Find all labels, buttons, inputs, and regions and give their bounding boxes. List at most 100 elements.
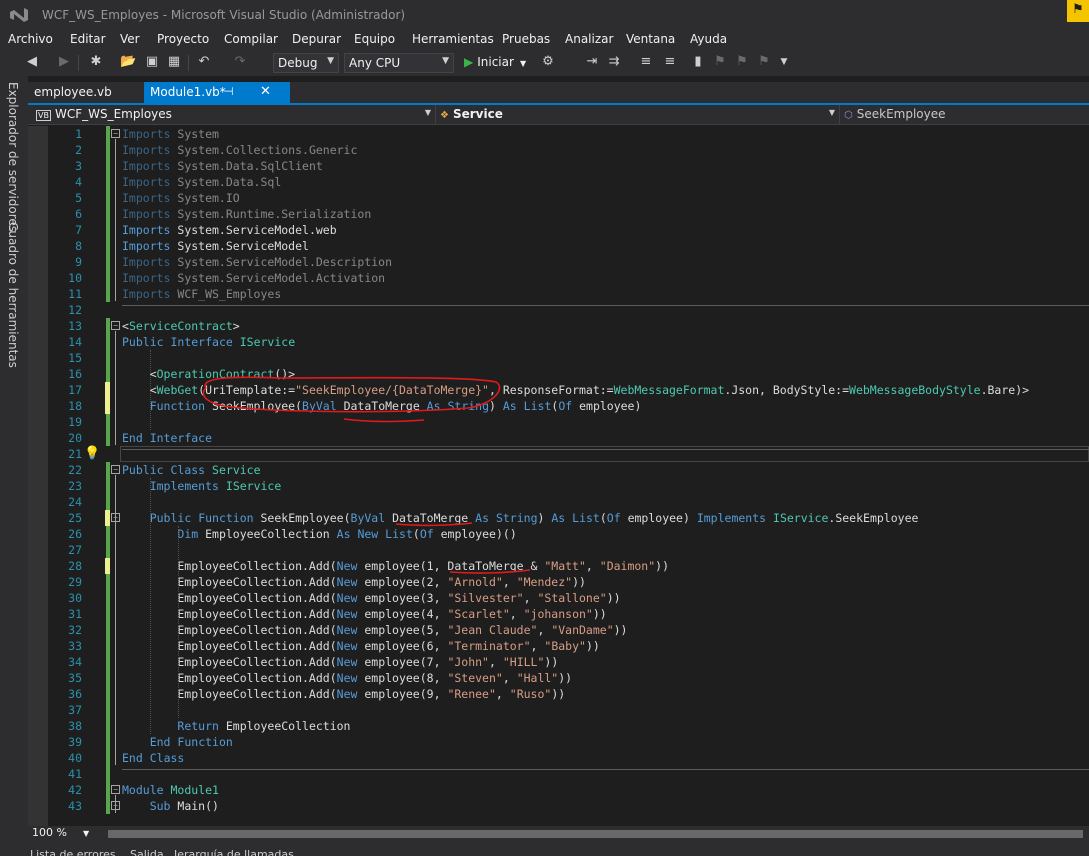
saved-change-marker bbox=[106, 542, 110, 558]
menu-herramientas[interactable]: Herramientas bbox=[412, 32, 494, 46]
toolbar-overflow-icon[interactable]: ▼ bbox=[776, 54, 792, 70]
toolbar: ◀ ▶ ✱ 📂 ▣ ▦ ↶ ↷ Debug ▼ Any CPU ▼ ▶ Inici… bbox=[0, 50, 1089, 76]
code-line[interactable]: 36 EmployeeCollection.Add(New employee(9… bbox=[28, 686, 1089, 702]
step-over-icon[interactable]: ⇉ bbox=[606, 54, 622, 70]
menu-editar[interactable]: Editar bbox=[70, 32, 106, 46]
zoom-dropdown[interactable]: 100 % ▼ bbox=[32, 826, 89, 839]
project-dropdown[interactable]: VB WCF_WS_Employes ▼ bbox=[32, 105, 436, 124]
code-line[interactable]: 22 − Public Class Service bbox=[28, 462, 1089, 478]
code-editor[interactable]: 1− Imports System 2 Imports System.Collecti… bbox=[28, 126, 1089, 826]
browser-link-icon[interactable]: ⚙ bbox=[540, 54, 556, 70]
code-line[interactable]: 11 Imports WCF_WS_Employes bbox=[28, 286, 1089, 302]
code-line[interactable]: 3 Imports System.Data.SqlClient bbox=[28, 158, 1089, 174]
code-line[interactable]: 30 EmployeeCollection.Add(New employee(3… bbox=[28, 590, 1089, 606]
horizontal-scrollbar-thumb[interactable] bbox=[108, 830, 1083, 838]
code-line[interactable]: 29 EmployeeCollection.Add(New employee(2… bbox=[28, 574, 1089, 590]
forward-icon[interactable]: ▶ bbox=[56, 54, 72, 70]
undo-icon[interactable]: ↶ bbox=[196, 54, 212, 70]
code-line[interactable]: 40 End Class bbox=[28, 750, 1089, 766]
open-file-icon[interactable]: 📂 bbox=[120, 54, 136, 70]
side-tab-server-explorer[interactable]: Explorador de servidores bbox=[6, 82, 20, 232]
horizontal-scrollbar[interactable] bbox=[108, 830, 1083, 838]
code-line[interactable]: 35 EmployeeCollection.Add(New employee(8… bbox=[28, 670, 1089, 686]
back-icon[interactable]: ◀ bbox=[24, 54, 40, 70]
solution-config-dropdown[interactable]: Debug ▼ bbox=[273, 53, 339, 73]
menu-analizar[interactable]: Analizar bbox=[565, 32, 613, 46]
step-icon[interactable]: ⇥ bbox=[584, 54, 600, 70]
code-line[interactable]: 39 End Function bbox=[28, 734, 1089, 750]
code-line[interactable]: 15 bbox=[28, 350, 1089, 366]
code-line[interactable]: 8 Imports System.ServiceModel bbox=[28, 238, 1089, 254]
collapse-toggle-icon[interactable]: − bbox=[111, 465, 120, 474]
code-line[interactable]: 2 Imports System.Collections.Generic bbox=[28, 142, 1089, 158]
code-line[interactable]: 10 Imports System.ServiceModel.Activation bbox=[28, 270, 1089, 286]
code-line[interactable]: 27 bbox=[28, 542, 1089, 558]
menu-equipo[interactable]: Equipo bbox=[354, 32, 395, 46]
code-line[interactable]: 32 EmployeeCollection.Add(New employee(5… bbox=[28, 622, 1089, 638]
code-line[interactable]: 42 − Module Module1 bbox=[28, 782, 1089, 798]
code-line[interactable]: 9 Imports System.ServiceModel.Description bbox=[28, 254, 1089, 270]
code-line[interactable]: 25− Public Function SeekEmployee(ByVal D… bbox=[28, 510, 1089, 526]
code-line[interactable]: 5 Imports System.IO bbox=[28, 190, 1089, 206]
collapse-toggle-icon[interactable]: − bbox=[111, 785, 120, 794]
code-line[interactable]: 19 bbox=[28, 414, 1089, 430]
type-dropdown[interactable]: ❖ Service ▼ bbox=[436, 105, 840, 124]
next-bookmark-icon[interactable]: ⚑ bbox=[734, 54, 750, 70]
code-line[interactable]: 6 Imports System.Runtime.Serialization bbox=[28, 206, 1089, 222]
code-line[interactable]: 33 EmployeeCollection.Add(New employee(6… bbox=[28, 638, 1089, 654]
collapse-toggle-icon[interactable]: − bbox=[111, 129, 120, 138]
code-line[interactable]: 28 EmployeeCollection.Add(New employee(1… bbox=[28, 558, 1089, 574]
close-icon[interactable]: ✕ bbox=[260, 84, 271, 99]
comment-icon[interactable]: ≡ bbox=[638, 54, 654, 70]
save-icon[interactable]: ▣ bbox=[144, 54, 160, 70]
new-project-icon[interactable]: ✱ bbox=[88, 54, 104, 70]
tab-call-hierarchy[interactable]: Jerarquía de llamadas bbox=[174, 848, 294, 856]
prev-bookmark-icon[interactable]: ⚑ bbox=[712, 54, 728, 70]
menu-ventana[interactable]: Ventana bbox=[626, 32, 675, 46]
code-line[interactable]: 1 − Imports System bbox=[28, 126, 1089, 142]
platform-dropdown[interactable]: Any CPU ▼ bbox=[344, 53, 454, 73]
code-line[interactable]: 26 Dim EmployeeCollection As New List(Of… bbox=[28, 526, 1089, 542]
save-all-icon[interactable]: ▦ bbox=[166, 54, 182, 70]
collapse-toggle-icon[interactable]: − bbox=[111, 321, 120, 330]
tab-output[interactable]: Salida bbox=[130, 848, 164, 856]
member-dropdown[interactable]: ⬡ SeekEmployee bbox=[840, 105, 1089, 124]
menu-ayuda[interactable]: Ayuda bbox=[690, 32, 727, 46]
code-line[interactable]: 20 End Interface bbox=[28, 430, 1089, 446]
code-line[interactable]: 7 Imports System.ServiceModel.web bbox=[28, 222, 1089, 238]
menu-depurar[interactable]: Depurar bbox=[292, 32, 341, 46]
uncomment-icon[interactable]: ≡ bbox=[662, 54, 678, 70]
code-line[interactable]: 13 − <ServiceContract> bbox=[28, 318, 1089, 334]
code-line[interactable]: 31 EmployeeCollection.Add(New employee(4… bbox=[28, 606, 1089, 622]
code-line[interactable]: 37 bbox=[28, 702, 1089, 718]
pin-icon[interactable]: ⊣ bbox=[224, 85, 234, 98]
bookmark-icon[interactable]: ▮ bbox=[690, 54, 706, 70]
menu-archivo[interactable]: Archivo bbox=[8, 32, 53, 46]
side-tab-toolbox[interactable]: Cuadro de herramientas bbox=[6, 222, 20, 368]
code-line[interactable]: 4 Imports System.Data.Sql bbox=[28, 174, 1089, 190]
code-line[interactable]: 18 Function SeekEmployee(ByVal DataToMer… bbox=[28, 398, 1089, 414]
tab-module1-vb[interactable]: Module1.vb* ⊣ ✕ bbox=[144, 82, 290, 103]
code-line[interactable]: 24 bbox=[28, 494, 1089, 510]
line-number: 30 bbox=[68, 591, 82, 605]
code-line[interactable]: 23 Implements IService bbox=[28, 478, 1089, 494]
code-line[interactable]: 14 Public Interface IService bbox=[28, 334, 1089, 350]
code-line[interactable]: 17 <WebGet(UriTemplate:="SeekEmployee/{D… bbox=[28, 382, 1089, 398]
clear-bookmarks-icon[interactable]: ⚑ bbox=[756, 54, 772, 70]
notification-flag-icon[interactable]: ⚑ bbox=[1067, 0, 1089, 22]
code-line[interactable]: 16 <OperationContract()> bbox=[28, 366, 1089, 382]
lightbulb-icon[interactable]: 💡 bbox=[84, 447, 100, 461]
menu-ver[interactable]: Ver bbox=[120, 32, 140, 46]
menu-compilar[interactable]: Compilar bbox=[224, 32, 278, 46]
menu-pruebas[interactable]: Pruebas bbox=[502, 32, 550, 46]
line-number: 1 bbox=[75, 127, 82, 141]
menu-proyecto[interactable]: Proyecto bbox=[157, 32, 209, 46]
chevron-down-icon: ▼ bbox=[519, 59, 527, 68]
redo-icon[interactable]: ↷ bbox=[232, 54, 248, 70]
start-button[interactable]: ▶ Iniciar ▼ bbox=[464, 55, 526, 69]
code-line[interactable]: 38 Return EmployeeCollection bbox=[28, 718, 1089, 734]
tab-error-list[interactable]: Lista de errores bbox=[30, 848, 116, 856]
code-line[interactable]: 34 EmployeeCollection.Add(New employee(7… bbox=[28, 654, 1089, 670]
tab-employee-vb[interactable]: employee.vb bbox=[28, 82, 138, 103]
code-line[interactable]: 43− Sub Main() bbox=[28, 798, 1089, 814]
